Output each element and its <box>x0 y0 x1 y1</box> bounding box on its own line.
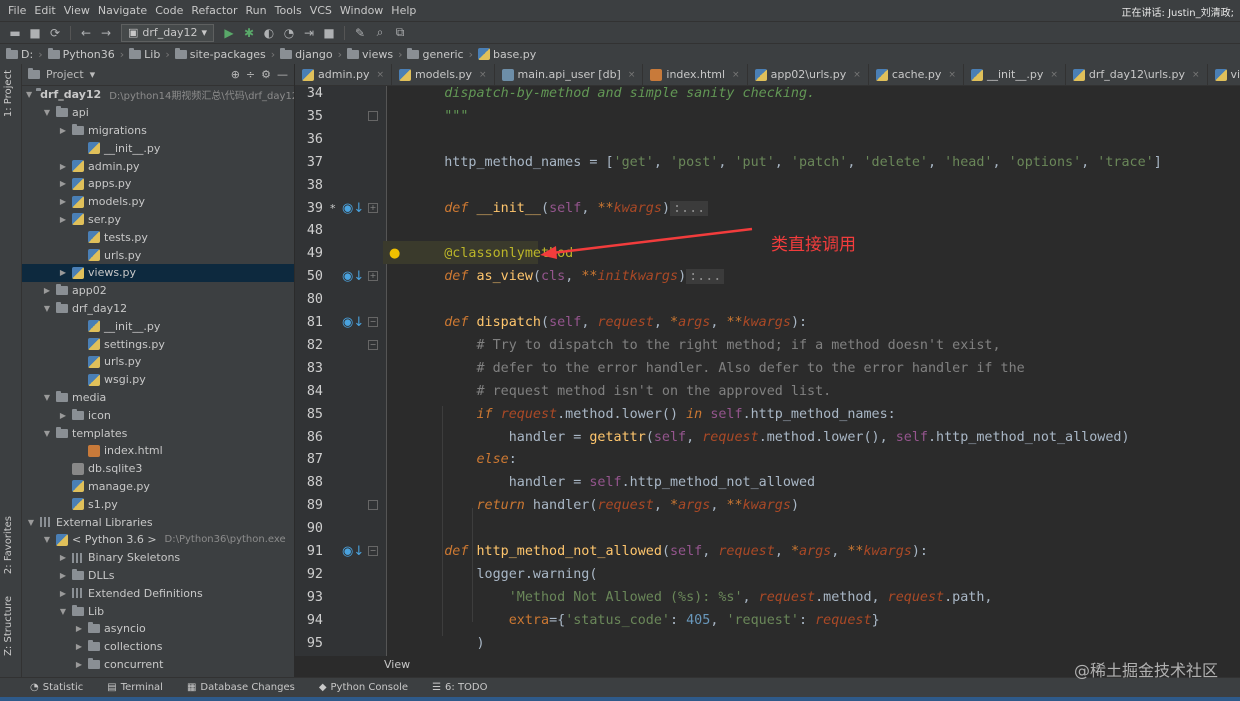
tool-window-label: 6: TODO <box>445 682 488 693</box>
tool-window-label: Statistic <box>42 682 84 693</box>
annotation-arrow <box>540 227 753 259</box>
chart-icon: ◔ <box>30 682 39 693</box>
tool-window-label: Terminal <box>120 682 163 693</box>
tool-window-label: Python Console <box>330 682 409 693</box>
terminal-icon: ▤ <box>107 682 117 693</box>
editor-footer-label: View <box>384 658 411 671</box>
python-console-icon: ◆ <box>318 682 327 693</box>
tool-window-button[interactable]: ☰ 6: TODO <box>432 682 487 693</box>
annotation-text: 类直接调用 <box>771 235 856 255</box>
tool-window-button[interactable]: ▤ Terminal <box>107 682 163 693</box>
database-icon: ▦ <box>186 682 197 693</box>
tool-window-label: Database Changes <box>200 682 295 693</box>
tool-window-button[interactable]: ◆ Python Console <box>319 682 408 693</box>
tool-window-button[interactable]: ▦ Database Changes <box>187 682 295 693</box>
todo-icon: ☰ <box>432 682 442 693</box>
tool-window-button[interactable]: ◔ Statistic <box>30 682 83 693</box>
watermark: @稀土掘金技术社区 <box>1073 661 1218 680</box>
bottom-tool-bar: ◔ Statistic ▤ Terminal ▦ Database Changes ◆ Pyt… <box>0 677 1240 697</box>
status-bar <box>0 697 1240 701</box>
